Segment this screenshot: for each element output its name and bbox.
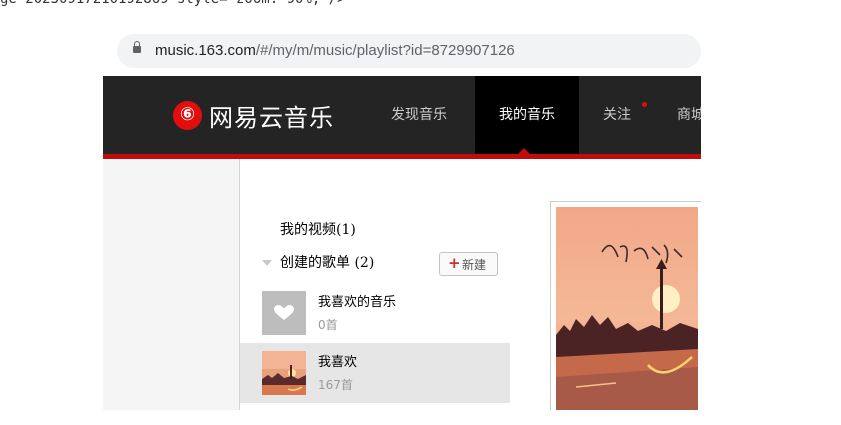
playlist-name: 我喜欢 (318, 355, 358, 370)
notification-dot-icon (642, 102, 647, 107)
sunset-artwork-image (556, 207, 698, 410)
playlist-track-count: 167首 (318, 378, 353, 392)
playlist-name: 我喜欢的音乐 (318, 295, 397, 310)
playlist-item-favorites[interactable]: 我喜欢 167首 (240, 343, 510, 403)
collapse-triangle-icon[interactable] (262, 260, 272, 266)
nav-my-music[interactable]: 我的音乐 (475, 76, 579, 154)
nav-discover-music[interactable]: 发现音乐 (391, 76, 447, 154)
url-path: /#/my/m/music/playlist?id=8729907126 (255, 42, 515, 59)
nav-store[interactable]: 商城 (677, 76, 701, 154)
sunset-artwork-thumbnail (262, 351, 306, 395)
new-playlist-button[interactable]: + 新建 (439, 252, 498, 276)
url-host: music.163.com (155, 42, 256, 59)
nav-follow[interactable]: 关注 (603, 76, 631, 154)
playlist-cover (262, 351, 306, 395)
url-text[interactable]: music.163.com/#/my/m/music/playlist?id=8… (155, 42, 515, 59)
netease-logo-icon[interactable]: ⑥ (173, 101, 202, 130)
my-videos-link[interactable]: 我的视频(1) (280, 219, 356, 239)
created-playlists-heading[interactable]: 创建的歌单 (2) (280, 252, 374, 272)
site-header: ⑥ 网易云音乐 发现音乐 我的音乐 关注 商城 (103, 76, 701, 154)
plus-icon: + (448, 254, 461, 272)
browser-window: music.163.com/#/my/m/music/playlist?id=8… (103, 18, 701, 410)
lock-icon[interactable] (133, 41, 141, 53)
new-playlist-label: 新建 (462, 258, 487, 272)
main-content (510, 159, 701, 410)
brand-title[interactable]: 网易云音乐 (209, 98, 334, 133)
sidebar: 我的视频(1) 创建的歌单 (2) + 新建 我喜欢的音乐 0首 我喜欢 167… (239, 159, 511, 410)
playlist-track-count: 0首 (318, 318, 338, 332)
nav-my-music-label: 我的音乐 (499, 107, 555, 123)
playlist-item-liked-music[interactable]: 我喜欢的音乐 0首 (240, 283, 510, 343)
playlist-cover (262, 291, 306, 335)
address-bar[interactable]: music.163.com/#/my/m/music/playlist?id=8… (117, 34, 701, 68)
code-fragment: ge 20230917210192869 style= zoom: 90%; /… (0, 0, 600, 11)
browser-toolbar: music.163.com/#/my/m/music/playlist?id=8… (103, 18, 701, 76)
heart-icon (274, 305, 294, 320)
playlist-cover-large[interactable] (550, 201, 701, 410)
